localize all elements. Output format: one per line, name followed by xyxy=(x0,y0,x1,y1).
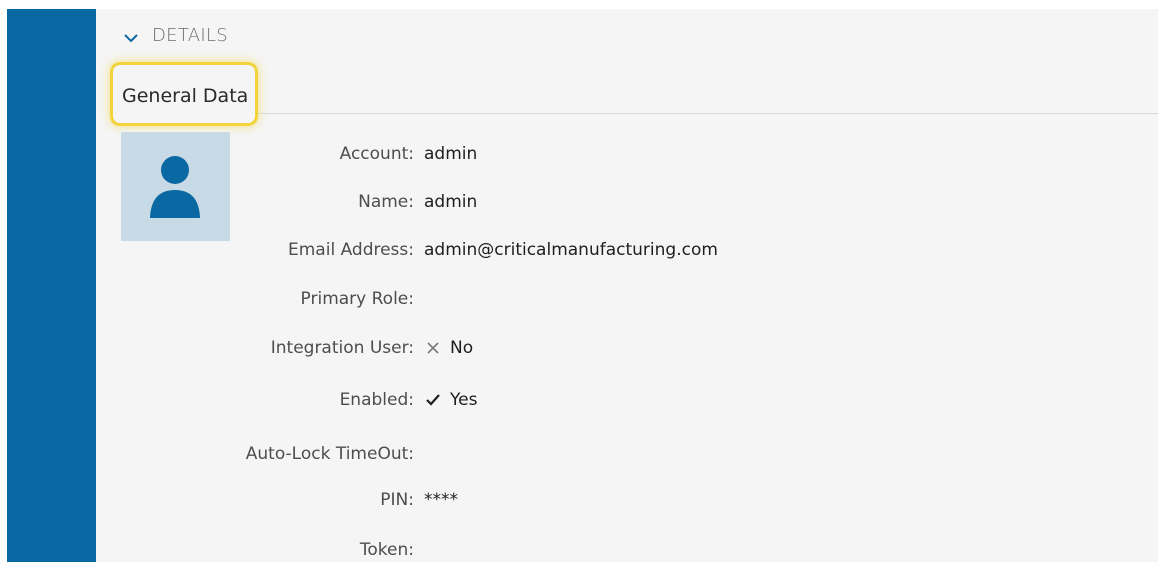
field-email-address: Email Address: admin@criticalmanufacturi… xyxy=(96,240,1158,266)
chevron-down-icon xyxy=(122,29,140,43)
cross-icon xyxy=(424,339,442,357)
field-label: Auto-Lock TimeOut: xyxy=(245,444,414,464)
tab-general-data-label: General Data xyxy=(122,85,249,107)
field-label: Integration User: xyxy=(270,338,414,358)
field-value: admin@criticalmanufacturing.com xyxy=(424,240,718,260)
field-label: Enabled: xyxy=(339,390,414,410)
field-label: Token: xyxy=(359,540,414,560)
field-value: **** xyxy=(424,490,458,510)
field-value-text: Yes xyxy=(450,390,478,410)
field-auto-lock-timeout: Auto-Lock TimeOut: xyxy=(96,444,1158,470)
field-primary-role: Primary Role: xyxy=(96,289,1158,315)
check-icon xyxy=(424,391,442,409)
field-name: Name: admin xyxy=(96,192,1158,218)
details-panel: DETAILS General Data Account: admin Name… xyxy=(96,9,1158,562)
field-label: PIN: xyxy=(380,490,414,510)
field-enabled: Enabled: Yes xyxy=(96,390,1158,416)
field-label: Email Address: xyxy=(288,240,414,260)
field-integration-user: Integration User: No xyxy=(96,338,1158,364)
field-label: Name: xyxy=(358,192,414,212)
tab-strip-divider xyxy=(118,113,1158,114)
details-section-toggle[interactable]: DETAILS xyxy=(122,23,228,47)
tab-general-data[interactable]: General Data xyxy=(110,62,258,126)
field-value: No xyxy=(424,338,473,358)
field-value-text: No xyxy=(450,338,474,358)
field-value: admin xyxy=(424,192,478,212)
sidebar xyxy=(7,9,96,562)
details-section-title: DETAILS xyxy=(152,24,229,46)
field-pin: PIN: **** xyxy=(96,490,1158,516)
field-value: Yes xyxy=(424,390,477,410)
field-account: Account: admin xyxy=(96,144,1158,170)
field-label: Account: xyxy=(339,144,414,164)
field-token: Token: xyxy=(96,540,1158,566)
field-value: admin xyxy=(424,144,478,164)
field-label: Primary Role: xyxy=(300,289,414,309)
page-frame: DETAILS General Data Account: admin Name… xyxy=(0,0,1158,562)
